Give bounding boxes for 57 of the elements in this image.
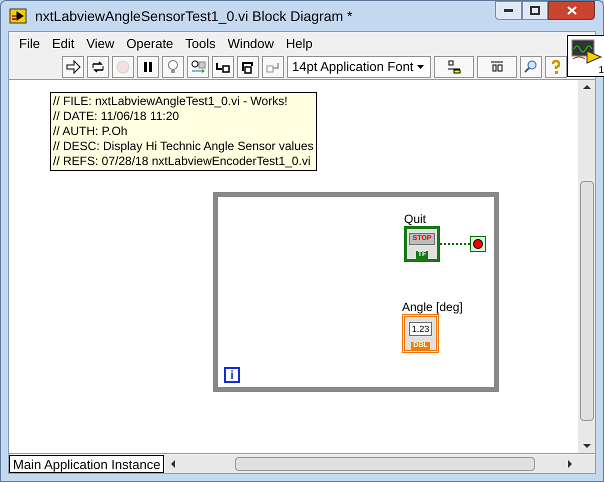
align-button[interactable]: [434, 56, 474, 78]
window-title: nxtLabviewAngleSensorTest1_0.vi Block Diagram *: [35, 6, 352, 26]
probe-wires-icon: [190, 59, 206, 75]
connector-pane-label: 1: [598, 66, 604, 76]
menu-item[interactable]: View: [80, 34, 120, 54]
stop-dot-icon: [473, 239, 483, 249]
scroll-thumb[interactable]: [580, 181, 594, 421]
vi-icon: [571, 39, 603, 65]
comment-line: // REFS: 07/28/18 nxtLabviewEncoderTest1_0.vi: [53, 154, 312, 169]
light-bulb-icon: [165, 59, 181, 75]
menu-item[interactable]: Edit: [46, 34, 80, 54]
horizontal-scrollbar[interactable]: [164, 454, 595, 472]
search-button[interactable]: [520, 56, 542, 78]
restore-icon: [530, 6, 540, 15]
step-over-icon: [240, 59, 256, 75]
menu-item[interactable]: File: [13, 34, 46, 54]
highlight-button[interactable]: [162, 56, 184, 78]
iteration-terminal: i: [224, 367, 240, 383]
menu-item[interactable]: Help: [280, 34, 319, 54]
scroll-thumb[interactable]: [235, 456, 536, 470]
scroll-right-icon[interactable]: [568, 460, 573, 468]
menu-item[interactable]: Window: [222, 34, 280, 54]
terminal-label: Angle [deg]: [402, 300, 463, 314]
comment-line: // DESC: Display Hi Technic Angle Sensor values: [53, 139, 314, 154]
context-label: Main Application Instance: [9, 454, 164, 472]
scroll-down-icon[interactable]: [582, 444, 590, 449]
font-dropdown[interactable]: 14pt Application Font: [287, 56, 431, 78]
stop-sign-icon: [115, 59, 131, 75]
step-into-button[interactable]: [212, 56, 234, 78]
run-continuous-button[interactable]: [87, 56, 109, 78]
restore-button[interactable]: [522, 1, 548, 20]
retain-button[interactable]: [187, 56, 209, 78]
cycle-arrows-icon: [90, 59, 106, 75]
align-objects-icon: [446, 59, 462, 75]
comment-line: // FILE: nxtLabviewAngleTest1_0.vi - Works!: [53, 94, 289, 109]
pause-button[interactable]: [137, 56, 159, 78]
comment-line: // AUTH: P.Oh: [53, 124, 128, 139]
close-icon: [566, 6, 576, 15]
comment-line: // DATE: 11/06/18 11:20: [53, 109, 180, 124]
caret-icon: [417, 65, 424, 69]
scroll-left-icon[interactable]: [170, 460, 176, 468]
vertical-scrollbar[interactable]: [578, 80, 595, 453]
app-icon: [9, 8, 27, 24]
minimize-icon: [504, 9, 513, 12]
scroll-up-icon[interactable]: [582, 84, 590, 89]
close-button[interactable]: [548, 1, 595, 20]
search-icon: [523, 59, 539, 75]
minimize-button[interactable]: [495, 1, 522, 20]
menu-item[interactable]: Tools: [179, 34, 222, 54]
terminal-label: Quit: [404, 212, 426, 226]
run-arrow-icon: [65, 59, 81, 75]
step-over-button[interactable]: [237, 56, 259, 78]
help-button[interactable]: [545, 56, 567, 78]
run-button[interactable]: [62, 56, 84, 78]
numeric-value: 1.23: [408, 322, 432, 336]
menu-item[interactable]: Operate: [120, 34, 180, 54]
distribute-button[interactable]: [477, 56, 517, 78]
